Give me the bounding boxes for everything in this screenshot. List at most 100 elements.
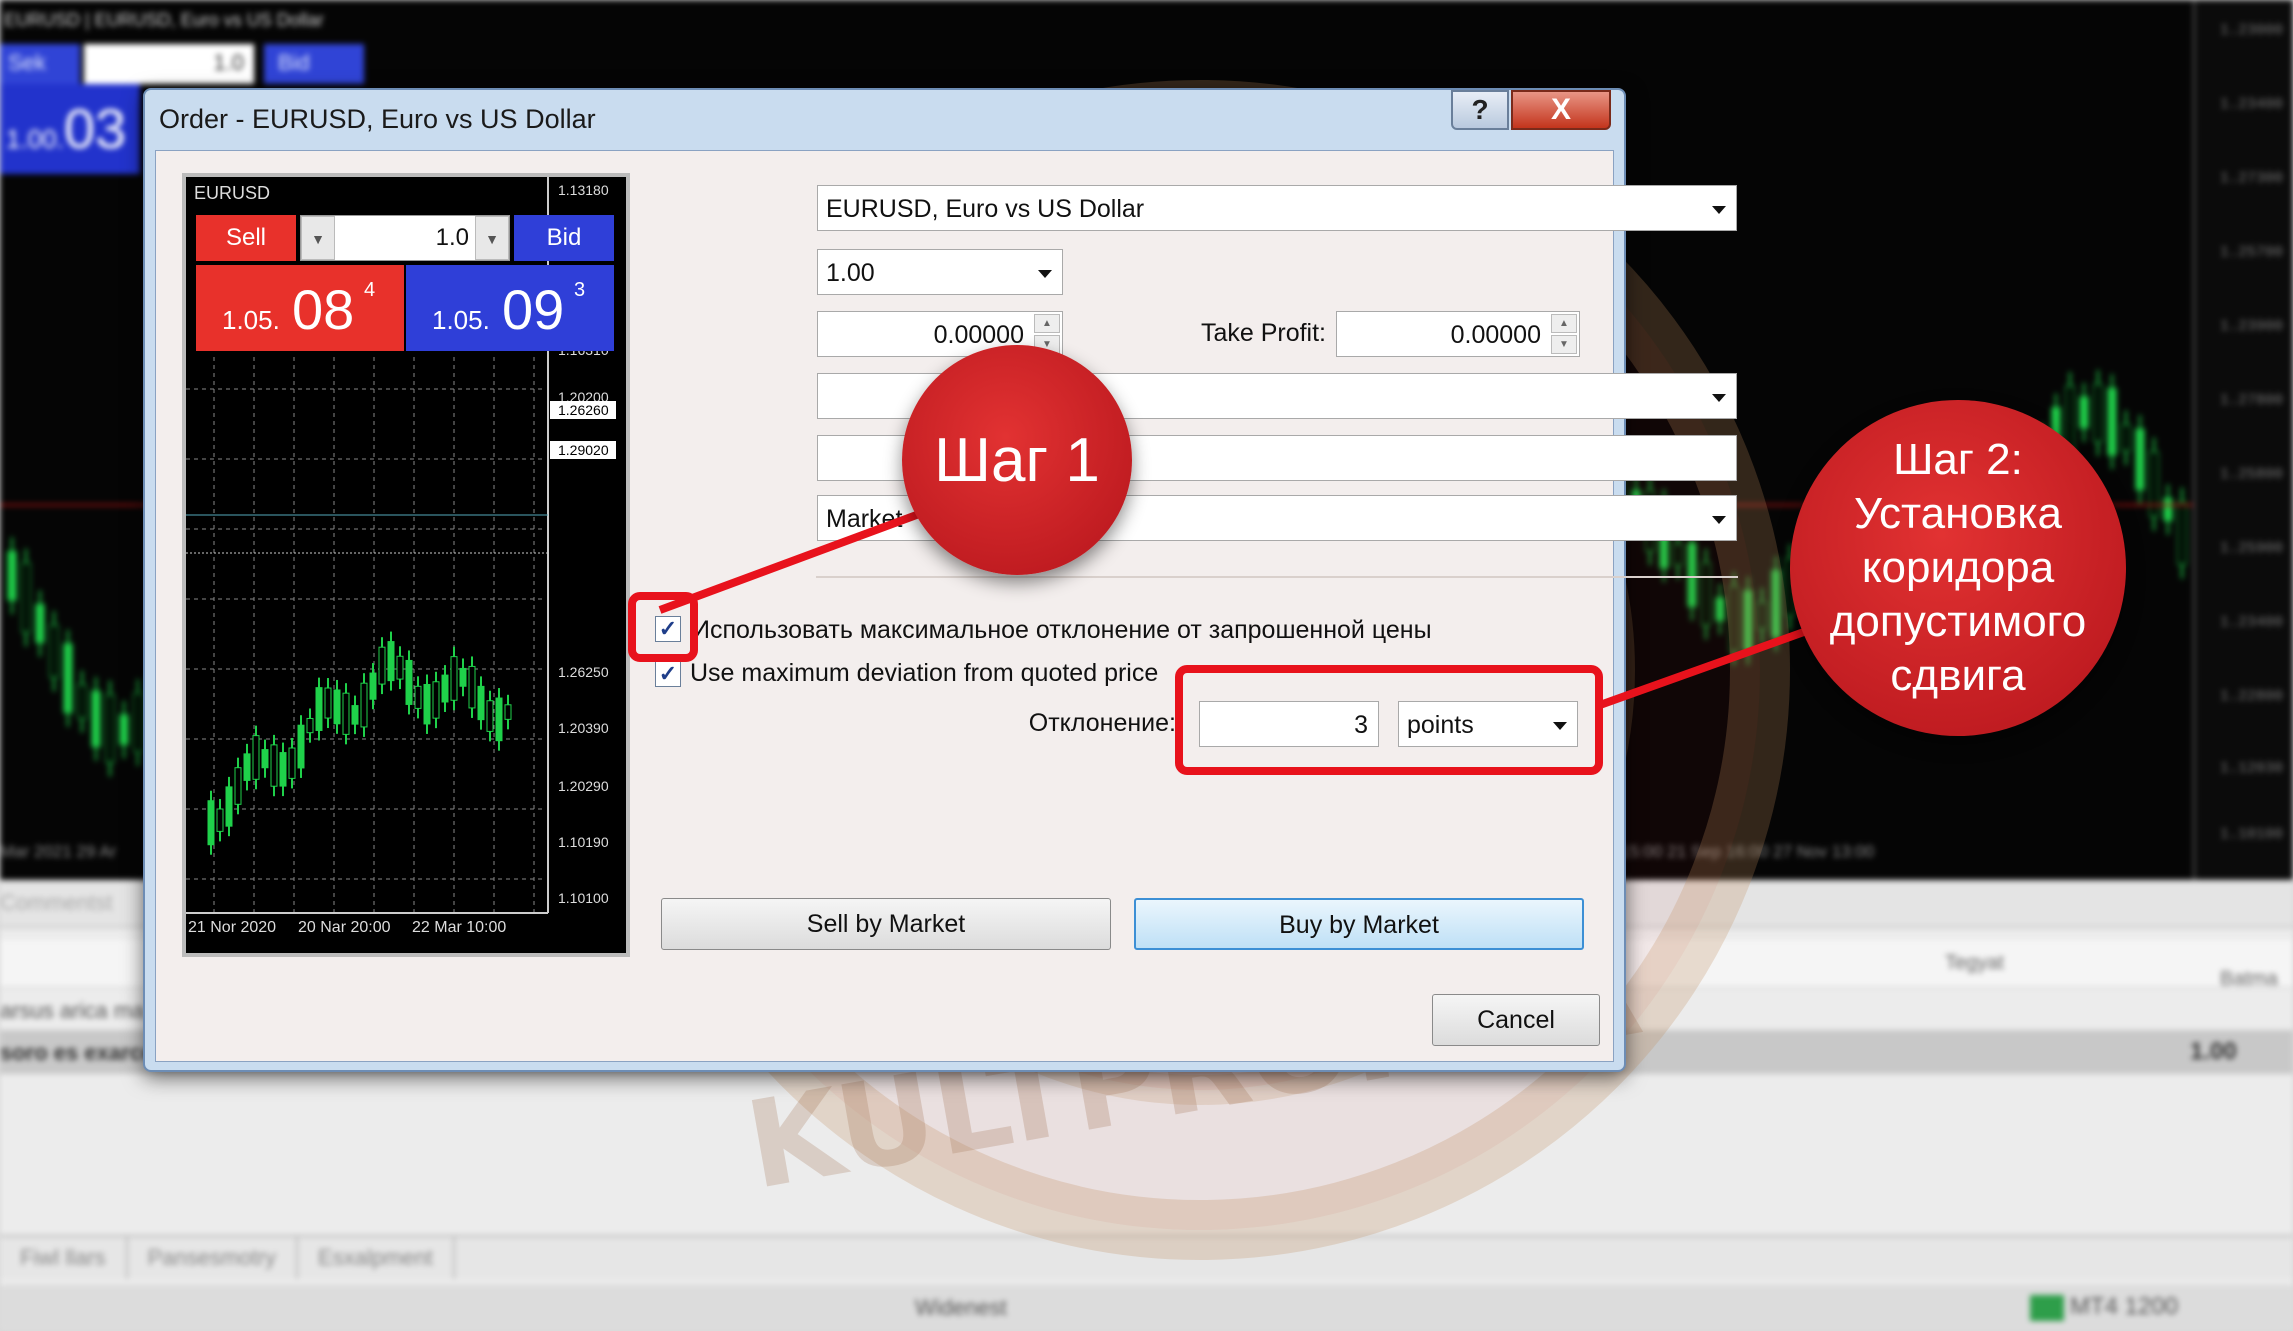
deviation-highlight bbox=[1175, 665, 1603, 775]
candle-body bbox=[91, 690, 101, 748]
symbol-select[interactable]: EURUSD, Euro vs US Dollar bbox=[817, 185, 1737, 231]
candle-body bbox=[369, 672, 377, 700]
axis-price: 1.12030 bbox=[2219, 760, 2283, 777]
chevron-down-icon[interactable]: ▼ bbox=[475, 216, 509, 260]
symbol-value: EURUSD, Euro vs US Dollar bbox=[826, 195, 1145, 223]
candle-body bbox=[270, 744, 278, 787]
dialog-body: 1.131801.162301.163101.202001.262601.290… bbox=[155, 150, 1738, 1062]
spin-down-icon[interactable]: ▼ bbox=[1551, 335, 1577, 354]
candle-body bbox=[405, 659, 413, 705]
mini-chart[interactable]: 1.131801.162301.163101.202001.262601.290… bbox=[182, 173, 630, 957]
candle-body bbox=[432, 681, 440, 719]
background-trade-panel: Sek 1.0 Bid bbox=[0, 44, 390, 84]
candle-body bbox=[315, 687, 323, 731]
spin-up-icon[interactable]: ▲ bbox=[1551, 314, 1577, 333]
candle-body bbox=[288, 747, 296, 779]
tab[interactable]: Fiwl llars bbox=[0, 1237, 128, 1279]
axis-price-tick: 1.26250 bbox=[558, 664, 609, 680]
order-dialog: Order - EURUSD, Euro vs US Dollar ? X 1.… bbox=[143, 88, 1738, 1072]
chevron-down-icon bbox=[1712, 516, 1726, 524]
sell-price-box[interactable]: 1.05. 08 4 bbox=[196, 265, 404, 351]
axis-price: 1.10100 bbox=[2219, 826, 2283, 843]
mini-chart-date: 21 Nor 2020 bbox=[188, 919, 277, 936]
sell-price-sup: 4 bbox=[364, 279, 376, 301]
max-deviation-checkbox-en[interactable]: ✓ bbox=[655, 661, 681, 687]
tab[interactable]: Pansesmotry bbox=[128, 1237, 298, 1279]
max-deviation-label-ru: Использовать максимальное отклонение от … bbox=[692, 616, 1432, 644]
mini-sell-button[interactable]: Sell bbox=[196, 215, 296, 261]
candle-body bbox=[261, 749, 269, 769]
candle-body bbox=[216, 808, 224, 832]
take-profit-field[interactable]: 0.00000 ▲ ▼ bbox=[1336, 311, 1580, 357]
status-version: MT4 1200 bbox=[2070, 1293, 2179, 1320]
background-sell-button[interactable]: Sek bbox=[0, 44, 80, 84]
background-window-title: EURUSD | EURUSD, Euro vs US Dollar bbox=[4, 10, 324, 30]
candle-body bbox=[360, 682, 368, 728]
step2-line: сдвига bbox=[1890, 651, 2026, 700]
candle-body bbox=[35, 603, 45, 644]
mini-bid-button[interactable]: Bid bbox=[514, 215, 614, 261]
candle-body bbox=[225, 786, 233, 827]
candle-body bbox=[378, 646, 386, 685]
candle-body bbox=[1715, 597, 1725, 622]
candle-body bbox=[495, 697, 503, 742]
step1-label: Шаг 1 bbox=[934, 425, 1100, 495]
type-value: Market bbox=[826, 505, 903, 533]
help-button[interactable]: ? bbox=[1451, 90, 1509, 130]
candle-body bbox=[279, 752, 287, 787]
sell-price-big: 08 bbox=[292, 278, 355, 341]
axis-price-tick: 1.13180 bbox=[558, 182, 609, 198]
buy-by-market-button[interactable]: Buy by Market bbox=[1134, 898, 1584, 950]
take-profit-spinner[interactable]: ▲ ▼ bbox=[1551, 314, 1577, 354]
background-dates-right: 15:00 21 Sep 16:00 27 Nov 13:00 bbox=[1620, 842, 1875, 861]
candle-body bbox=[1743, 590, 1753, 652]
chevron-down-icon[interactable]: ▼ bbox=[301, 216, 335, 260]
dialog-title: Order - EURUSD, Euro vs US Dollar bbox=[159, 104, 596, 134]
max-deviation-label-en: Use maximum deviation from quoted price bbox=[690, 659, 1159, 687]
candle-body bbox=[49, 624, 59, 678]
candle-body bbox=[2163, 497, 2173, 522]
buy-price-big: 09 bbox=[502, 278, 565, 341]
chevron-down-icon bbox=[1038, 270, 1052, 278]
candle-body bbox=[459, 667, 467, 687]
spin-up-icon[interactable]: ▲ bbox=[1034, 314, 1060, 333]
candle-body bbox=[324, 687, 332, 719]
candle-body bbox=[351, 705, 359, 725]
candle-body bbox=[333, 689, 341, 725]
step2-line: Установка bbox=[1854, 489, 2062, 538]
table-cell: 1.00 bbox=[2190, 1038, 2237, 1065]
candle-body bbox=[105, 694, 115, 763]
candle-body bbox=[486, 700, 494, 732]
background-tabs: Fiwl llars Pansesmotry Esxalpment bbox=[0, 1235, 2293, 1279]
mini-volume-stepper[interactable]: ▼ 1.0 ▼ bbox=[300, 215, 510, 261]
buy-price-box[interactable]: 1.05. 09 3 bbox=[406, 265, 614, 351]
cancel-button[interactable]: Cancel bbox=[1432, 994, 1600, 1046]
step2-badge: Шаг 2: Установка коридора допустимого сд… bbox=[1790, 400, 2126, 736]
candle-body bbox=[7, 550, 17, 601]
candle-body bbox=[2149, 451, 2159, 518]
background-bid-button[interactable]: Bid bbox=[264, 44, 364, 84]
background-dates-left: Mar 2021 29 Ar bbox=[0, 842, 117, 861]
table-cell: soro es exarce bbox=[0, 1040, 155, 1065]
table-row[interactable]: arsus arica ma bbox=[0, 998, 144, 1024]
candle-body bbox=[306, 717, 314, 734]
background-volume[interactable]: 1.0 bbox=[84, 44, 254, 84]
candle-body bbox=[1687, 542, 1697, 607]
axis-price: 1.27800 bbox=[2219, 392, 2283, 409]
connection-icon bbox=[2030, 1294, 2064, 1321]
mini-chart-date: 20 Nar 20:00 bbox=[298, 919, 391, 936]
close-button[interactable]: X bbox=[1511, 90, 1611, 130]
tab[interactable]: Esxalpment bbox=[298, 1237, 455, 1279]
candle-body bbox=[2121, 424, 2131, 452]
volume-select[interactable]: 1.00 bbox=[817, 249, 1063, 295]
candle-body bbox=[252, 735, 260, 780]
axis-price: 1.25900 bbox=[2219, 540, 2283, 557]
sell-by-market-button[interactable]: Sell by Market bbox=[661, 898, 1111, 950]
candle-body bbox=[468, 665, 476, 709]
axis-price: 1.23900 bbox=[2219, 318, 2283, 335]
candle-body bbox=[1673, 543, 1683, 566]
candle-body bbox=[1701, 562, 1711, 626]
candle-body bbox=[1757, 601, 1767, 630]
candle-body bbox=[133, 692, 143, 753]
axis-price: 1.23000 bbox=[2219, 22, 2283, 39]
